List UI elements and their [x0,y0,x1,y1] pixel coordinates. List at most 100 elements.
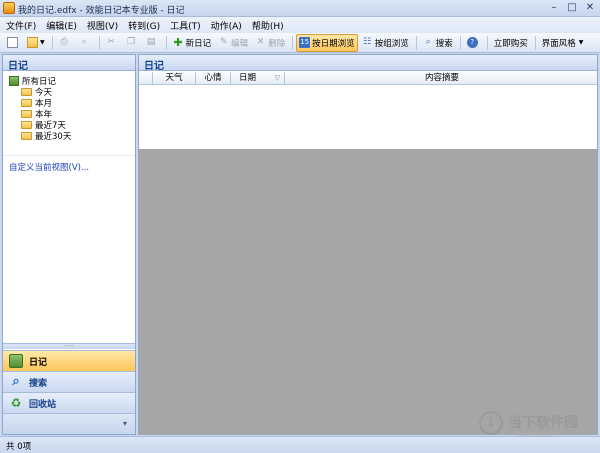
diary-preview-area[interactable] [139,149,597,435]
tree-item-this-month[interactable]: 本月 [9,97,135,109]
column-header-summary[interactable]: 内容摘要 [285,72,599,85]
diary-book-icon [9,75,19,86]
column-header-blank [139,72,153,85]
help-button[interactable]: ? [464,34,483,52]
open-folder-icon [27,37,38,48]
buy-now-button[interactable]: 立即购买 [491,34,531,52]
column-header-weather[interactable]: 天气 [153,72,196,85]
customize-view-link[interactable]: 自定义当前视图(V)... [9,161,89,173]
folder-icon [21,98,32,107]
menu-help[interactable]: 帮助(H) [252,19,284,32]
toolbar: ▼ ⎙ ⌕ ✂ ❐ ▤ ✚ 新日记 ✎ 编辑 ✕ 删除 15 按日期浏览 ☷ 按… [0,33,600,53]
toolbar-separator [165,35,167,50]
maximize-button[interactable]: □ [563,1,581,15]
search-button[interactable]: ⌕ 搜索 [420,34,456,52]
calendar-icon: 15 [299,37,311,48]
nav-diary-label: 日记 [29,357,48,368]
print-icon: ⎙ [60,37,68,47]
paste-icon: ▤ [146,37,156,47]
menu-goto[interactable]: 转到(G) [128,19,160,32]
menu-bar: 文件(F) 编辑(E) 视图(V) 转到(G) 工具(T) 动作(A) 帮助(H… [0,17,600,33]
toolbar-separator [415,35,417,50]
column-header-date-label: 日期 [239,73,257,83]
close-button[interactable]: ✕ [581,1,599,15]
pencil-icon: ✎ [219,37,228,47]
nav-recycle-button[interactable]: ♻ 回收站 [3,392,135,413]
new-diary-button[interactable]: ✚ 新日记 [170,34,215,52]
minimize-button[interactable]: – [545,1,563,15]
edit-button[interactable]: ✎ 编辑 [215,34,251,52]
folder-icon [21,109,32,118]
tree-item-last-7-days[interactable]: 最近7天 [9,119,135,131]
window-title: 我的日记.edfx - 效能日记本专业版 - 日记 [18,6,185,16]
dropdown-arrow-icon: ▼ [578,39,584,46]
browse-by-date-label: 按日期浏览 [312,38,355,49]
skin-label: 界面风格 [541,38,576,49]
chevron-down-icon[interactable]: ▾ [123,419,127,428]
new-file-button[interactable] [4,34,23,52]
menu-view[interactable]: 视图(V) [87,19,118,32]
navigation-pane-title: 日记 [3,55,135,72]
tree-item-all-diaries[interactable]: 所有日记 [9,75,135,87]
copy-icon: ❐ [127,37,136,47]
folder-icon [21,120,32,129]
toolbar-separator [534,35,536,50]
browse-by-date-button[interactable]: 15 按日期浏览 [296,33,358,52]
diary-book-icon [9,354,23,368]
tree-item-this-year[interactable]: 本年 [9,108,135,120]
column-header-date[interactable]: 日期 ▽ [231,72,285,85]
browse-by-group-button[interactable]: ☷ 按组浏览 [359,34,412,52]
diary-tree: 所有日记 今天 本月 本年 最近7天 最近30天 [9,75,135,142]
title-bar: 我的日记.edfx - 效能日记本专业版 - 日记 – □ ✕ [0,0,600,17]
tree-item-last-30-days[interactable]: 最近30天 [9,130,135,142]
pane-splitter[interactable]: ····· [3,343,135,350]
copy-button[interactable]: ❐ [123,34,142,52]
list-column-header: 天气 心情 日期 ▽ 内容摘要 [139,72,597,85]
diary-list-title: 日记 [139,55,597,72]
toolbar-separator [292,35,294,50]
status-item-count: 共 0项 [6,442,32,452]
nav-search-button[interactable]: ⌕ 搜索 [3,371,135,392]
status-bar: 共 0项 [0,436,600,453]
help-icon: ? [466,37,478,48]
open-file-button[interactable]: ▼ [24,34,48,52]
print-preview-icon: ⌕ [81,37,87,47]
skin-button[interactable]: 界面风格 ▼ [539,34,587,52]
folder-icon [21,131,32,140]
scissors-icon: ✂ [107,37,115,47]
nav-diary-button[interactable]: 日记 [3,350,135,371]
delete-label: 删除 [268,38,286,49]
menu-action[interactable]: 动作(A) [211,19,242,32]
menu-tools[interactable]: 工具(T) [170,19,201,32]
watermark-download-icon: ↓ [479,411,503,435]
tree-item-label: 最近30天 [35,131,72,142]
group-list-icon: ☷ [363,37,372,47]
new-document-icon [7,37,18,48]
paste-button[interactable]: ▤ [143,34,162,52]
magnifier-icon: ⌕ [12,374,20,389]
menu-edit[interactable]: 编辑(E) [46,19,77,32]
delete-button[interactable]: ✕ 删除 [252,34,288,52]
nav-search-label: 搜索 [29,378,48,389]
print-preview-button[interactable]: ⌕ [76,34,95,52]
menu-file[interactable]: 文件(F) [6,19,36,32]
delete-x-icon: ✕ [256,37,265,47]
buy-now-label: 立即购买 [493,38,528,49]
search-label: 搜索 [435,38,453,49]
app-icon [3,2,15,14]
toolbar-separator [51,35,53,50]
folder-icon [21,87,32,96]
toolbar-separator [486,35,488,50]
nav-recycle-label: 回收站 [29,399,57,410]
print-button[interactable]: ⎙ [56,34,75,52]
column-header-mood[interactable]: 心情 [196,72,231,85]
navigation-pane: 日记 所有日记 今天 本月 本年 最近7天 最近30天 自定义当前视图(V)..… [2,54,136,435]
tree-item-today[interactable]: 今天 [9,86,135,98]
dropdown-arrow-icon: ▼ [40,39,45,46]
toolbar-separator [459,35,461,50]
cut-button[interactable]: ✂ [103,34,122,52]
diary-list[interactable] [139,86,597,149]
plus-icon: ✚ [173,36,183,49]
toolbar-separator [98,35,100,50]
sort-filter-icon: ▽ [274,74,280,82]
